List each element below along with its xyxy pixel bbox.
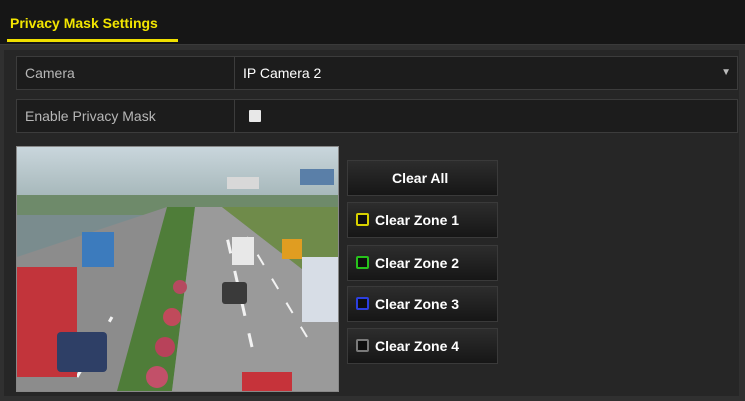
- clear-all-button[interactable]: Clear All: [347, 160, 498, 196]
- highway-scene-image: [17, 147, 338, 391]
- camera-label: Camera: [25, 65, 75, 81]
- enable-privacy-mask-row: Enable Privacy Mask: [16, 99, 738, 133]
- clear-zone-1-label: Clear Zone 1: [375, 212, 460, 228]
- enable-privacy-mask-checkbox[interactable]: [249, 110, 261, 122]
- clear-zone-4-label: Clear Zone 4: [375, 338, 460, 354]
- zone-3-color-swatch: [356, 297, 369, 310]
- camera-row: Camera IP Camera 2 ▼: [16, 56, 738, 90]
- enable-privacy-mask-label: Enable Privacy Mask: [25, 108, 156, 124]
- zone-4-color-swatch: [356, 339, 369, 352]
- chevron-down-icon[interactable]: ▼: [721, 57, 731, 89]
- zone-2-color-swatch: [356, 256, 369, 269]
- camera-select[interactable]: IP Camera 2: [243, 57, 321, 89]
- active-tab-indicator: [7, 39, 178, 42]
- clear-zone-1-button[interactable]: Clear Zone 1: [347, 202, 498, 238]
- clear-zone-3-button[interactable]: Clear Zone 3: [347, 286, 498, 322]
- tab-bar: Privacy Mask Settings: [0, 0, 745, 45]
- clear-zone-2-label: Clear Zone 2: [375, 255, 460, 271]
- row-divider: [234, 100, 235, 132]
- privacy-mask-panel: Privacy Mask Settings Camera IP Camera 2…: [0, 0, 745, 401]
- clear-zone-4-button[interactable]: Clear Zone 4: [347, 328, 498, 364]
- clear-zone-2-button[interactable]: Clear Zone 2: [347, 245, 498, 281]
- clear-zone-3-label: Clear Zone 3: [375, 296, 460, 312]
- row-divider: [234, 57, 235, 89]
- camera-preview[interactable]: [16, 146, 339, 392]
- zone-1-color-swatch: [356, 213, 369, 226]
- clear-all-label: Clear All: [392, 170, 449, 186]
